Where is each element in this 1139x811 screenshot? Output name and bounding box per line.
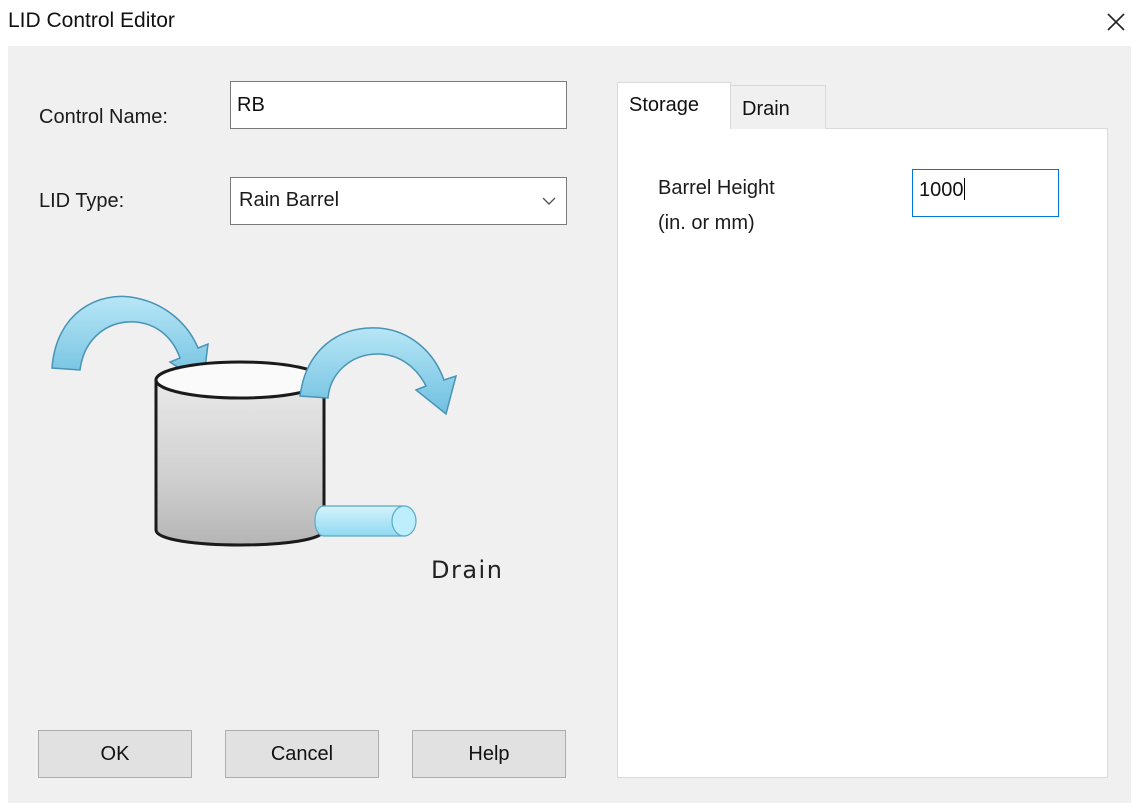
barrel-height-label: Barrel Height: [658, 177, 775, 199]
dialog-body: Control Name: LID Type: Rain Barrel: [8, 46, 1131, 803]
barrel-height-value: 1000: [919, 179, 964, 201]
barrel-height-input[interactable]: 1000: [912, 169, 1059, 217]
barrel-height-units-label: (in. or mm): [658, 212, 755, 234]
control-name-label: Control Name:: [39, 106, 168, 128]
close-icon: [1107, 13, 1125, 31]
lid-type-label: LID Type:: [39, 190, 125, 212]
text-caret: [963, 178, 965, 200]
control-name-input[interactable]: [230, 81, 567, 129]
drain-label: Drain: [431, 556, 503, 584]
title-bar[interactable]: LID Control Editor: [0, 0, 1139, 46]
lid-type-select[interactable]: Rain Barrel: [230, 177, 567, 225]
rain-barrel-illustration: Drain: [51, 295, 503, 584]
lid-type-selected-value: Rain Barrel: [239, 189, 340, 211]
close-button[interactable]: [1093, 0, 1139, 46]
drain-pipe-icon: [314, 505, 417, 537]
chevron-down-icon: [542, 197, 556, 205]
window-title: LID Control Editor: [8, 9, 175, 32]
cancel-button[interactable]: Cancel: [225, 730, 379, 778]
lid-control-editor-dialog: LID Control Editor Control Name: LID Typ…: [0, 0, 1139, 811]
barrel-icon: [154, 360, 326, 547]
storage-tab-panel: Barrel Height (in. or mm) 1000: [617, 128, 1108, 778]
tab-drain[interactable]: Drain: [730, 85, 826, 129]
ok-button[interactable]: OK: [38, 730, 192, 778]
help-button[interactable]: Help: [412, 730, 566, 778]
tab-storage[interactable]: Storage: [617, 82, 731, 129]
